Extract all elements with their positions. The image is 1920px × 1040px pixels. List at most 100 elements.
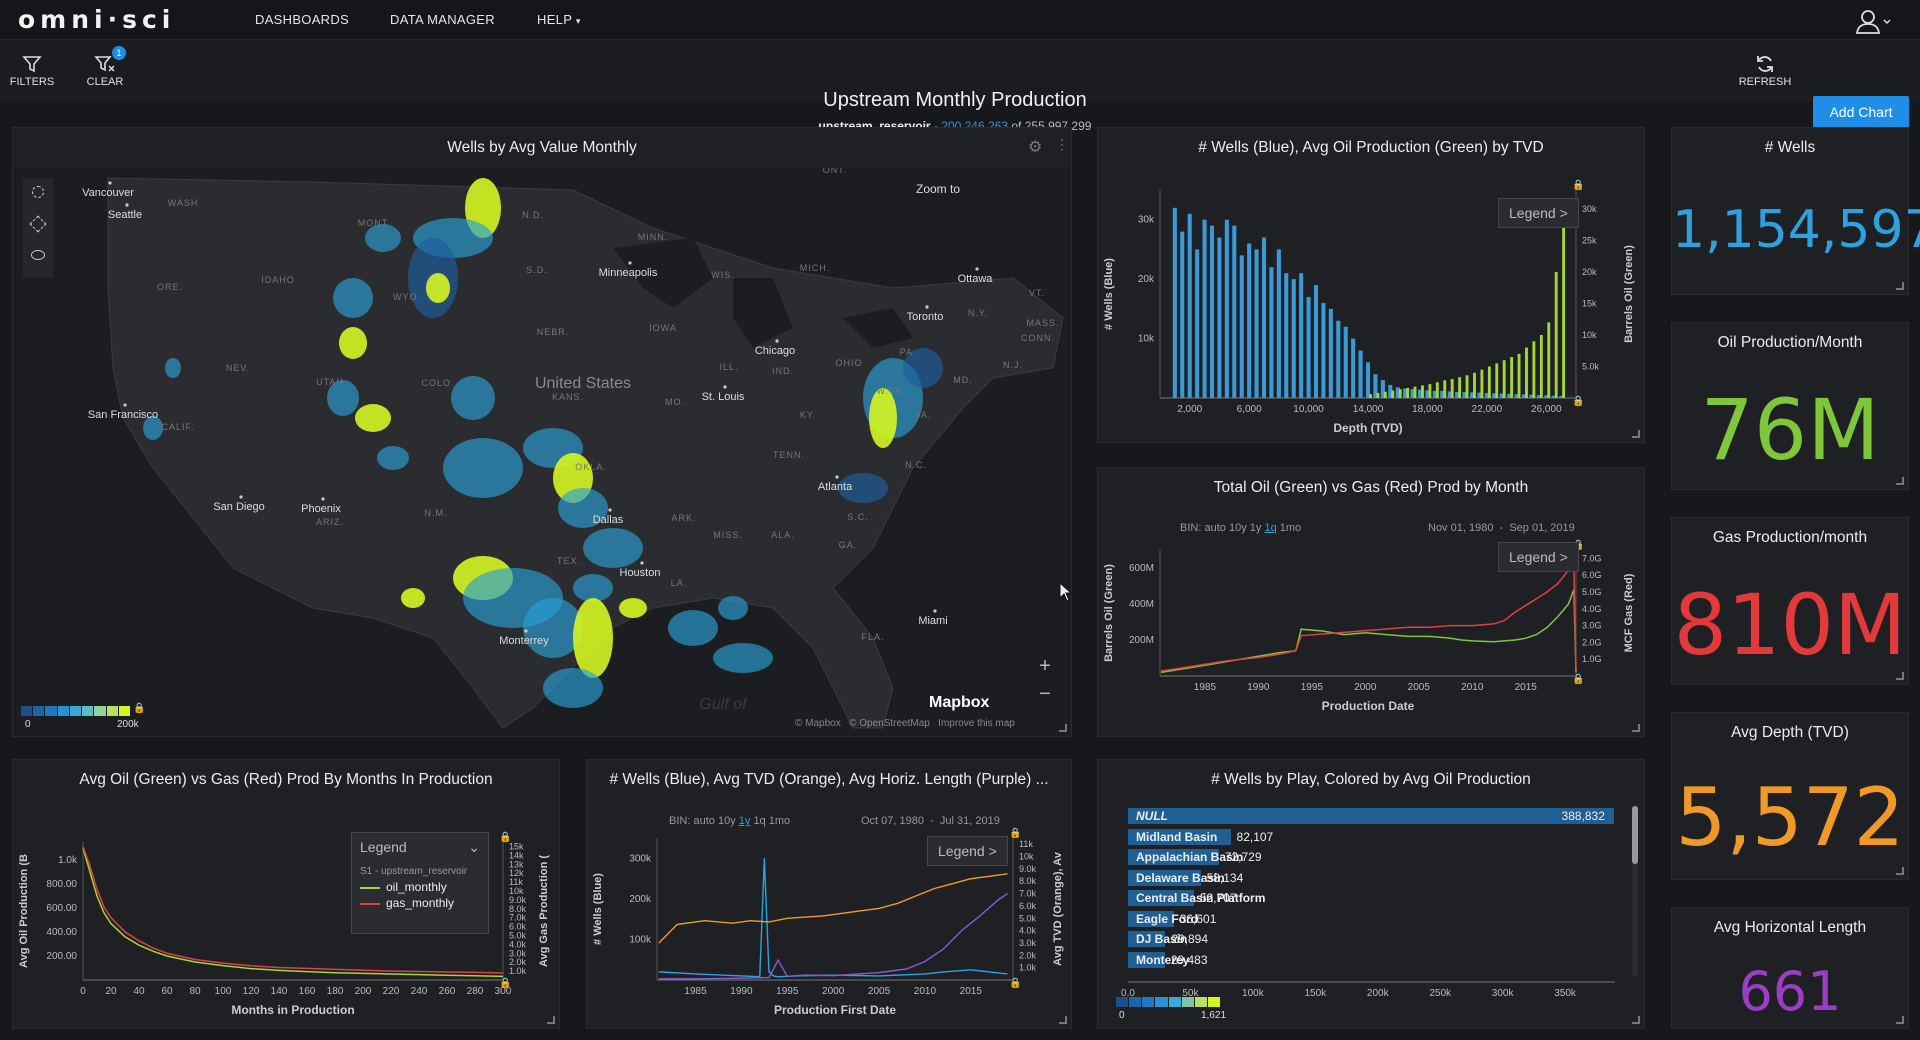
oil-gas-date-range[interactable]: Nov 01, 1980 - Sep 01, 2019 <box>1428 522 1575 534</box>
play-scrollbar[interactable] <box>1632 806 1638 976</box>
us-well-map[interactable]: Vancouver Seattle Minneapolis Ottawa Toronto… <box>13 168 1071 736</box>
mapbox-logo[interactable]: Mapbox <box>929 694 989 712</box>
city-label: Atlanta <box>818 481 853 493</box>
wells-bar <box>1232 225 1237 398</box>
legend-label-oil: oil_monthly <box>386 880 447 894</box>
play-bar-row[interactable]: Monterey 29,483 <box>1128 951 1615 968</box>
bin-1q[interactable]: 1q <box>1264 522 1276 534</box>
play-bar-row[interactable]: Central Basin Platform 52,707 <box>1128 890 1615 906</box>
city-label: Toronto <box>907 311 944 323</box>
play-bar-row[interactable]: Appalachian Basin 72,729 <box>1128 849 1615 865</box>
wells-date-legend-toggle[interactable]: Legend > <box>927 836 1008 866</box>
omnisci-logo[interactable]: omni·sci <box>18 5 175 34</box>
well-density-blob <box>339 327 367 359</box>
resize-handle[interactable] <box>1632 1016 1640 1024</box>
play-bar-value: 29,483 <box>1170 952 1208 967</box>
resize-handle[interactable] <box>1896 1016 1904 1024</box>
refresh-button[interactable]: REFRESH <box>1735 54 1795 88</box>
bin-1mo[interactable]: 1mo <box>769 815 790 827</box>
attribution-osm[interactable]: © OpenStreetMap <box>849 718 930 729</box>
legend-item-oil[interactable]: oil_monthly <box>360 880 480 894</box>
bin-auto[interactable]: auto <box>1204 522 1225 534</box>
city-dot <box>125 203 129 207</box>
scrollbar-thumb[interactable] <box>1632 806 1638 864</box>
map-draw-tools <box>23 178 53 278</box>
legend-label-gas: gas_monthly <box>386 896 455 910</box>
gear-icon[interactable]: ⚙ <box>1028 137 1042 157</box>
region-label: MO. <box>665 397 685 407</box>
resize-handle[interactable] <box>547 1016 555 1024</box>
tvd-legend-toggle[interactable]: Legend > <box>1498 198 1579 228</box>
resize-handle[interactable] <box>1632 724 1640 732</box>
oil-bar <box>1383 391 1387 398</box>
y-right-tick-label: 25k <box>1582 235 1597 245</box>
kpi-wells-value: 1,154,597 <box>1672 200 1920 260</box>
y-left-tick-label: 200M <box>1129 635 1154 646</box>
wells-bar <box>1224 219 1229 398</box>
polygon-select-icon[interactable] <box>29 215 47 233</box>
nav-data-manager[interactable]: DATA MANAGER <box>390 12 495 27</box>
legend-swatch <box>69 706 82 716</box>
play-bar-label: Midland Basin <box>1136 829 1218 844</box>
well-density-blob <box>401 588 425 608</box>
wells-date-chart[interactable]: 1985 1990 1995 2000 2005 2010 2015 100k 200k 300k… <box>587 800 1071 1028</box>
oil-gas-month-title: Total Oil (Green) vs Gas (Red) Prod by M… <box>1213 479 1529 496</box>
x-tick-label: 1995 <box>776 986 799 997</box>
resize-handle[interactable] <box>1632 430 1640 438</box>
resize-handle[interactable] <box>1059 1016 1067 1024</box>
resize-handle[interactable] <box>1896 672 1904 680</box>
bin-10y[interactable]: 10y <box>1229 522 1247 534</box>
play-x-tick-label: 350k <box>1554 988 1577 999</box>
circle-select-icon[interactable] <box>32 186 44 198</box>
nav-dashboards[interactable]: DASHBOARDS <box>255 12 349 27</box>
oil-gas-legend-label: Legend <box>1509 549 1556 565</box>
bin-1y[interactable]: 1y <box>739 815 751 827</box>
y-right-tick-label: 12k <box>509 868 524 878</box>
clear-filters-button[interactable]: CLEAR 1 <box>75 46 135 88</box>
dashboard-title[interactable]: Upstream Monthly Production <box>660 89 1250 112</box>
play-bar-row[interactable]: DJ Basin 29,894 <box>1128 931 1615 947</box>
y-left-tick-label: 400.00 <box>46 927 77 938</box>
bin-1mo[interactable]: 1mo <box>1280 522 1301 534</box>
oil-bar <box>1391 390 1395 398</box>
bin-1y[interactable]: 1y <box>1250 522 1262 534</box>
wells-date-range[interactable]: Oct 07, 1980 - Jul 31, 2019 <box>861 815 1000 827</box>
bin-1q[interactable]: 1q <box>753 815 765 827</box>
filters-button[interactable]: FILTERS <box>2 54 62 88</box>
zoom-out-button[interactable]: − <box>1032 681 1058 707</box>
resize-handle[interactable] <box>1059 724 1067 732</box>
city-label: Miami <box>918 615 947 627</box>
bin-auto[interactable]: auto <box>693 815 714 827</box>
lock-icon[interactable]: 🔒 <box>133 703 145 714</box>
x-tick-label: 22,000 <box>1472 404 1503 415</box>
region-label: N.J. <box>1003 360 1023 370</box>
wells-bar <box>1217 237 1222 398</box>
nav-help[interactable]: HELP ▾ <box>537 12 581 27</box>
region-label: W.VA. <box>876 386 905 396</box>
play-bar-row[interactable]: Midland Basin 82,107 <box>1128 828 1615 845</box>
user-icon[interactable] <box>1855 7 1891 35</box>
bin-10y[interactable]: 10y <box>718 815 736 827</box>
play-bar-row[interactable]: NULL 388,832 <box>1128 808 1615 824</box>
play-bar-row[interactable]: Delaware Basin 58,134 <box>1128 869 1615 886</box>
lasso-select-icon[interactable] <box>31 250 45 260</box>
resize-handle[interactable] <box>1896 477 1904 485</box>
resize-handle[interactable] <box>1896 282 1904 290</box>
attribution-improve[interactable]: Improve this map <box>938 718 1015 729</box>
attribution-mapbox[interactable]: © Mapbox <box>795 718 841 729</box>
zoom-to-label[interactable]: Zoom to <box>916 182 960 196</box>
play-bar-value: 52,707 <box>1199 891 1237 905</box>
chevron-right-icon: > <box>988 843 997 859</box>
resize-handle[interactable] <box>1896 867 1904 875</box>
add-chart-button[interactable]: Add Chart <box>1813 96 1909 128</box>
zoom-in-button[interactable]: + <box>1032 653 1058 679</box>
kebab-menu-icon[interactable]: ⋮ <box>1055 136 1069 153</box>
wells-bar <box>1299 273 1304 398</box>
city-label: San Diego <box>213 501 264 513</box>
play-bar-row[interactable]: Eagle Ford 36,601 <box>1128 910 1615 927</box>
oil-gas-legend-toggle[interactable]: Legend > <box>1498 542 1579 572</box>
legend-item-gas[interactable]: gas_monthly <box>360 896 480 910</box>
wells-count-line <box>658 858 1008 978</box>
oil-bar <box>1532 341 1536 398</box>
months-legend[interactable]: Legend ⌄ S1 - upstream_reservoir oil_mont… <box>351 832 489 934</box>
